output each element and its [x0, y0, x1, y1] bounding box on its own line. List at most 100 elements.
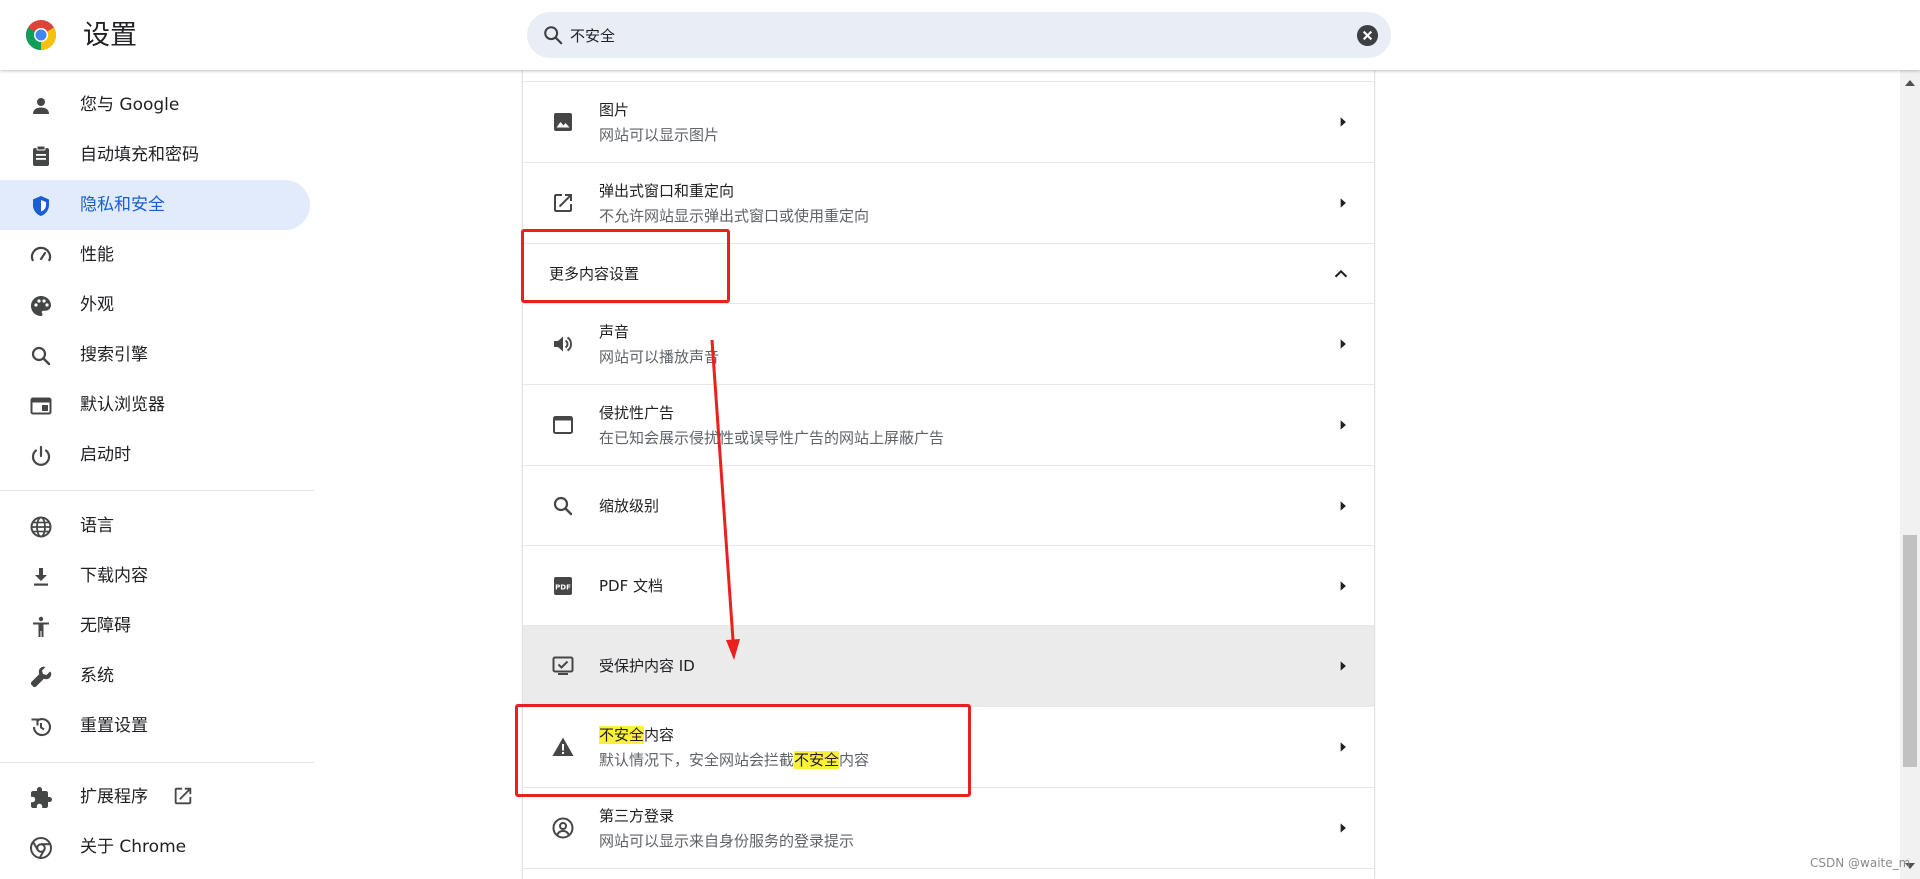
- setting-title: 第三方登录: [599, 807, 675, 825]
- puzzle-icon: [31, 787, 52, 808]
- arrow-right-icon: [1340, 420, 1346, 430]
- shield-icon: [33, 196, 49, 216]
- sidebar-item-label: 系统: [80, 666, 114, 686]
- search-input[interactable]: [570, 20, 1330, 50]
- speedometer-icon: [30, 246, 52, 262]
- sidebar-item-default-browser[interactable]: 默认浏览器: [0, 380, 310, 430]
- scroll-up-arrow-icon[interactable]: [1904, 78, 1916, 88]
- arrow-right-icon: [1340, 742, 1346, 752]
- external-link-icon: [174, 787, 192, 805]
- setting-title: 侵扰性广告: [599, 404, 675, 422]
- sidebar-item-accessibility[interactable]: 无障碍: [0, 601, 310, 651]
- sidebar-item-label: 默认浏览器: [80, 395, 165, 415]
- wrench-icon: [30, 666, 52, 688]
- search-icon: [544, 26, 563, 45]
- setting-subtitle: 在已知会展示侵扰性或误导性广告的网站上屏蔽广告: [599, 429, 945, 447]
- sidebar-item-performance[interactable]: 性能: [0, 230, 310, 280]
- sidebar-item-extensions[interactable]: 扩展程序: [0, 772, 310, 822]
- card-top-spacer: [523, 70, 1374, 82]
- settings-sidebar: 您与 Google 自动填充和密码 隐私和安全 性能 外观 搜索引擎 默认浏览器…: [0, 70, 314, 879]
- sidebar-item-label: 扩展程序: [80, 787, 148, 807]
- setting-title: 图片: [599, 101, 630, 119]
- history-icon: [31, 718, 52, 737]
- setting-row-pdf-documents[interactable]: PDF PDF 文档: [523, 546, 1374, 626]
- browser-window-icon: [30, 397, 52, 415]
- sidebar-item-system[interactable]: 系统: [0, 651, 310, 701]
- page-title: 设置: [83, 20, 137, 51]
- sidebar-item-label: 外观: [80, 295, 114, 315]
- search-icon: [553, 496, 573, 516]
- page-scrollbar[interactable]: [1900, 70, 1920, 879]
- clear-search-icon[interactable]: [1356, 24, 1379, 47]
- chrome-logo-icon: [25, 20, 57, 51]
- sidebar-divider: [0, 490, 314, 491]
- setting-title: 弹出式窗口和重定向: [599, 182, 735, 200]
- settings-header: 设置: [0, 0, 1920, 70]
- search-icon: [31, 346, 51, 366]
- sidebar-item-downloads[interactable]: 下载内容: [0, 551, 310, 601]
- chrome-icon: [30, 837, 52, 859]
- sidebar-item-label: 下载内容: [80, 566, 148, 586]
- person-icon: [33, 98, 49, 114]
- sidebar-item-search-engine[interactable]: 搜索引擎: [0, 330, 310, 380]
- speaker-icon: [554, 336, 572, 352]
- account-circle-icon: [552, 817, 574, 839]
- sidebar-item-privacy-security[interactable]: 隐私和安全: [0, 180, 310, 230]
- arrow-right-icon: [1340, 117, 1346, 127]
- sidebar-item-label: 隐私和安全: [80, 195, 165, 215]
- sidebar-item-appearance[interactable]: 外观: [0, 280, 310, 330]
- accessibility-icon: [33, 616, 49, 637]
- palette-icon: [31, 296, 51, 316]
- sidebar-item-label: 性能: [80, 245, 114, 265]
- arrow-right-icon: [1340, 823, 1346, 833]
- open-in-new-icon: [554, 194, 572, 212]
- setting-row-zoom-levels[interactable]: 缩放级别: [523, 466, 1374, 546]
- arrow-right-icon: [1340, 501, 1346, 511]
- setting-row-third-party-sign-in[interactable]: 第三方登录 网站可以显示来自身份服务的登录提示: [523, 788, 1374, 869]
- scrollbar-thumb[interactable]: [1903, 535, 1917, 767]
- arrow-right-icon: [1340, 581, 1346, 591]
- download-icon: [34, 568, 48, 586]
- watermark-text: CSDN @waite_m: [1810, 856, 1911, 870]
- arrow-right-icon: [1340, 661, 1346, 671]
- setting-row-images[interactable]: 图片 网站可以显示图片: [523, 82, 1374, 163]
- power-icon: [31, 445, 51, 466]
- annotation-box-insecure-content: [515, 704, 971, 797]
- setting-title: 受保护内容 ID: [599, 657, 695, 675]
- setting-title: 缩放级别: [599, 497, 660, 515]
- arrow-right-icon: [1340, 198, 1346, 208]
- sidebar-item-languages[interactable]: 语言: [0, 501, 310, 551]
- image-icon: [554, 113, 572, 131]
- setting-row-intrusive-ads[interactable]: 侵扰性广告 在已知会展示侵扰性或误导性广告的网站上屏蔽广告: [523, 385, 1374, 466]
- setting-title: PDF 文档: [599, 577, 663, 595]
- sidebar-item-autofill[interactable]: 自动填充和密码: [0, 130, 310, 180]
- sidebar-item-you-and-google[interactable]: 您与 Google: [0, 80, 310, 130]
- monitor-check-icon: [552, 656, 574, 675]
- setting-subtitle: 不允许网站显示弹出式窗口或使用重定向: [599, 207, 870, 225]
- sidebar-divider: [0, 762, 314, 763]
- svg-text:PDF: PDF: [555, 584, 571, 592]
- globe-icon: [30, 516, 52, 538]
- sidebar-item-about-chrome[interactable]: 关于 Chrome: [0, 822, 310, 872]
- setting-subtitle: 网站可以显示图片: [599, 126, 720, 144]
- sidebar-item-label: 自动填充和密码: [80, 145, 199, 165]
- chevron-up-icon[interactable]: [1330, 263, 1352, 285]
- sidebar-item-label: 您与 Google: [80, 95, 180, 115]
- web-window-icon: [553, 416, 573, 434]
- sidebar-item-reset[interactable]: 重置设置: [0, 701, 310, 751]
- setting-subtitle: 网站可以显示来自身份服务的登录提示: [599, 832, 855, 850]
- clipboard-icon: [33, 145, 49, 166]
- setting-row-sound[interactable]: 声音 网站可以播放声音: [523, 304, 1374, 385]
- sidebar-item-label: 语言: [80, 516, 114, 536]
- sidebar-item-label: 无障碍: [80, 616, 131, 636]
- setting-title: 声音: [599, 323, 630, 341]
- sidebar-item-label: 重置设置: [80, 716, 148, 736]
- setting-row-protected-content[interactable]: 受保护内容 ID: [523, 626, 1374, 707]
- sidebar-item-label: 关于 Chrome: [80, 837, 187, 857]
- pdf-icon: PDF: [554, 577, 572, 595]
- sidebar-item-label: 启动时: [80, 445, 131, 465]
- setting-subtitle: 网站可以播放声音: [599, 348, 720, 366]
- settings-search-box[interactable]: [527, 12, 1391, 58]
- sidebar-item-on-startup[interactable]: 启动时: [0, 430, 310, 480]
- annotation-box-more-settings: [521, 229, 730, 303]
